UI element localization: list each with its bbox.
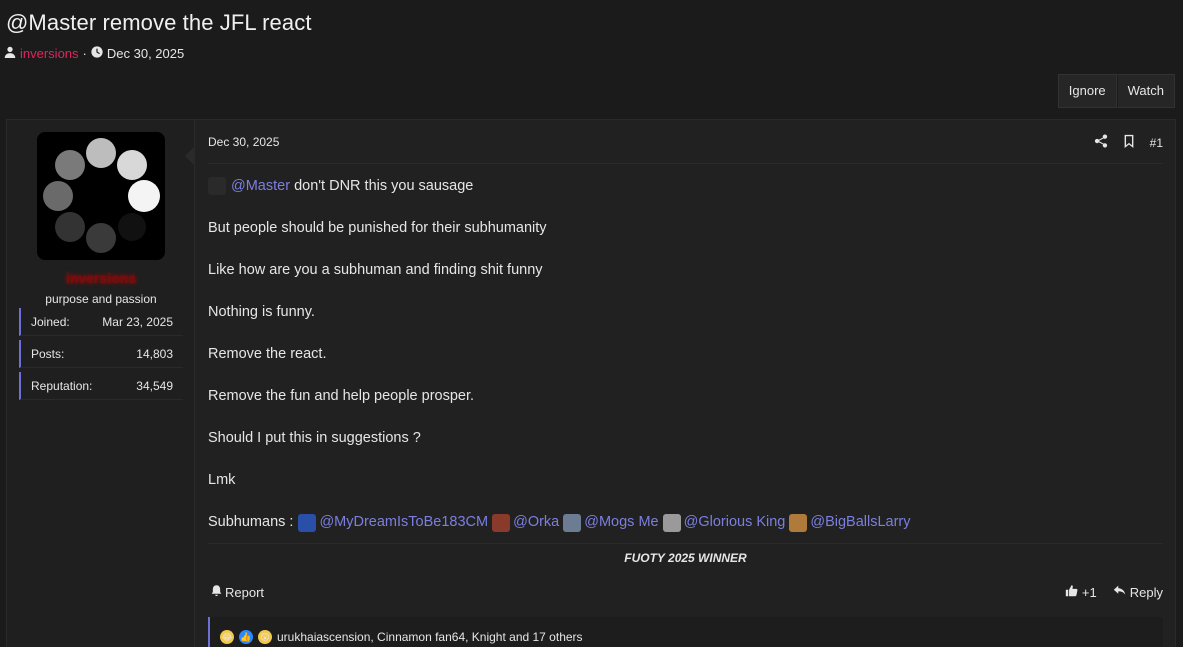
stat-value: 14,803 — [136, 347, 173, 361]
thumbs-up-icon — [1065, 584, 1078, 600]
post-date[interactable]: Dec 30, 2025 — [208, 135, 279, 149]
bell-icon — [210, 584, 223, 600]
user-sidebar: inversions purpose and passion Joined: M… — [7, 120, 195, 647]
user-icon — [4, 46, 16, 61]
message-line: @Master don't DNR this you sausage — [208, 176, 1163, 218]
message-line: Lmk — [208, 472, 236, 488]
thread-title: @Master remove the JFL react — [6, 10, 312, 35]
message-line: Nothing is funny. — [208, 304, 315, 320]
mention-link[interactable]: @Master — [231, 176, 290, 196]
mention-item: @MyDreamIsToBe183CM — [298, 512, 488, 532]
footer-actions: +1 Reply — [1065, 584, 1163, 600]
report-button[interactable]: Report — [210, 584, 264, 600]
watch-button[interactable]: Watch — [1116, 74, 1175, 108]
stat-label: Joined: — [31, 315, 70, 329]
reply-label: Reply — [1129, 584, 1163, 600]
reply-icon — [1113, 584, 1126, 600]
mention-link[interactable]: @Mogs Me — [584, 512, 658, 532]
share-icon[interactable] — [1094, 134, 1108, 151]
thread-header: @Master remove the JFL react — [6, 10, 312, 36]
stat-value: 34,549 — [136, 379, 173, 393]
like-button[interactable]: +1 — [1065, 584, 1097, 600]
mention-link[interactable]: @BigBallsLarry — [810, 512, 910, 532]
stat-label: Reputation: — [31, 379, 93, 393]
mention-item: @Orka — [492, 512, 559, 532]
message-line: Like how are you a subhuman and finding … — [208, 262, 543, 278]
mention-avatar — [298, 514, 317, 532]
stat-joined: Joined: Mar 23, 2025 — [19, 308, 183, 336]
thread-author-link[interactable]: inversions — [20, 46, 79, 61]
mention-link[interactable]: @Orka — [513, 512, 559, 532]
mention-avatar — [563, 514, 582, 532]
signature: FUOTY 2025 WINNER — [208, 543, 1163, 565]
mention-avatar — [662, 514, 681, 532]
message-header: Dec 30, 2025 #1 — [208, 134, 1163, 164]
mention-link[interactable]: @Glorious King — [684, 512, 786, 532]
thread-meta: inversions · Dec 30, 2025 — [4, 46, 184, 61]
like-reaction-icon: 👍 — [239, 630, 253, 644]
reply-button[interactable]: Reply — [1113, 584, 1163, 600]
message-footer: Report +1 Reply — [208, 582, 1163, 604]
mention-avatar — [208, 177, 226, 195]
stat-posts: Posts: 14,803 — [19, 340, 183, 368]
laughing-emoji-icon: 😂 — [220, 630, 234, 644]
post: inversions purpose and passion Joined: M… — [6, 119, 1176, 647]
wow-emoji-icon: 😲 — [258, 630, 272, 644]
thread-date[interactable]: Dec 30, 2025 — [107, 46, 184, 61]
avatar[interactable] — [37, 132, 165, 260]
message-line: Should I put this in suggestions ? — [208, 430, 421, 446]
stat-label: Posts: — [31, 347, 65, 361]
message-line: Remove the fun and help people prosper. — [208, 388, 475, 404]
post-number[interactable]: #1 — [1150, 136, 1163, 150]
meta-separator: · — [82, 46, 87, 61]
report-label: Report — [225, 584, 265, 600]
stat-value: Mar 23, 2025 — [102, 315, 173, 329]
message-actions: #1 — [1094, 134, 1163, 151]
message-line: Remove the react. — [208, 346, 327, 362]
user-title: purpose and passion — [45, 292, 157, 306]
post-username[interactable]: inversions — [7, 270, 195, 286]
subhumans-label: Subhumans : — [208, 514, 294, 530]
user-stats: Joined: Mar 23, 2025 Posts: 14,803 Reput… — [19, 308, 183, 404]
message-body: @Master don't DNR this you sausage But p… — [208, 176, 1163, 554]
bookmark-icon[interactable] — [1122, 134, 1136, 151]
mention-link[interactable]: @MyDreamIsToBe183CM — [319, 512, 488, 532]
reactions-bar[interactable]: 😂 👍 😲 urukhaiascension, Cinnamon fan64, … — [208, 617, 1163, 647]
like-count: +1 — [1081, 584, 1097, 600]
mention-item: @BigBallsLarry — [789, 512, 911, 532]
mention-item: @Mogs Me — [563, 512, 659, 532]
reactions-text[interactable]: urukhaiascension, Cinnamon fan64, Knight… — [277, 630, 583, 644]
mention-avatar — [789, 514, 808, 532]
stat-reputation: Reputation: 34,549 — [19, 372, 183, 400]
loading-spinner-icon — [43, 138, 160, 253]
thread-actions: Ignore Watch — [1057, 74, 1175, 108]
mention-avatar — [492, 514, 511, 532]
message-arrow — [185, 146, 195, 166]
ignore-button[interactable]: Ignore — [1057, 74, 1117, 108]
message-text: don't DNR this you sausage — [290, 178, 474, 194]
message-line: But people should be punished for their … — [208, 220, 547, 236]
clock-icon — [91, 46, 103, 61]
mention-item: @Glorious King — [662, 512, 786, 532]
